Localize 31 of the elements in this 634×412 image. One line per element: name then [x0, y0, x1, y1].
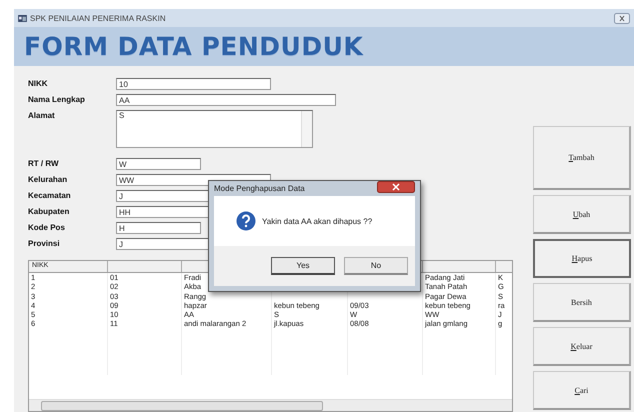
question-icon [236, 211, 256, 231]
dialog-title: Mode Penghapusan Data [214, 184, 305, 193]
input-field[interactable]: AA [116, 94, 336, 106]
field-label: RT / RW [28, 158, 60, 170]
address-field[interactable]: S [116, 110, 313, 148]
field-label: Nama Lengkap [28, 94, 86, 106]
dialog-message: Yakin data AA akan dihapus ?? [262, 216, 372, 226]
window-title: SPK PENILAIAN PENERIMA RASKIN [30, 14, 167, 22]
field-label: NIKK [28, 78, 49, 90]
field-label: Kabupaten [28, 206, 70, 218]
action-button[interactable]: Cari [533, 371, 631, 410]
action-button[interactable]: Bersih [533, 283, 631, 322]
horizontal-scrollbar[interactable] [29, 399, 512, 411]
input-field[interactable]: H [116, 222, 201, 234]
form-heading: FORM DATA PENDUDUK [24, 32, 364, 61]
app-icon [18, 14, 27, 22]
field-label: Kecamatan [28, 190, 72, 202]
input-field[interactable]: W [116, 158, 201, 170]
close-icon[interactable] [614, 12, 630, 24]
action-button[interactable]: Tambah [533, 126, 631, 190]
action-button[interactable]: Keluar [533, 327, 631, 366]
input-field[interactable]: 10 [116, 78, 271, 90]
dialog-button[interactable]: No [344, 257, 408, 275]
field-label: Kelurahan [28, 174, 68, 186]
field-label: Kode Pos [28, 222, 66, 234]
close-icon[interactable] [377, 181, 415, 193]
field-label: Provinsi [28, 238, 61, 250]
action-button[interactable]: Ubah [533, 195, 631, 234]
dialog-button[interactable]: Yes [271, 257, 335, 275]
action-button[interactable]: Hapus [533, 239, 631, 278]
field-label: Alamat [28, 110, 56, 122]
